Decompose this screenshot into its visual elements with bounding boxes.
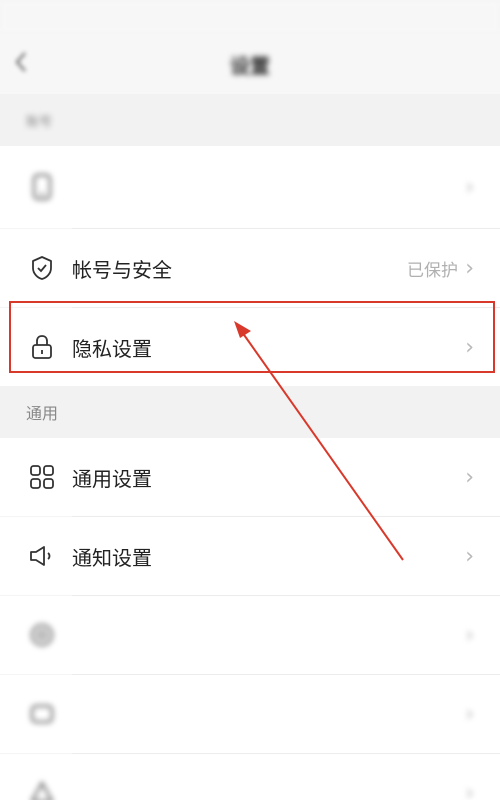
back-button[interactable]	[14, 50, 38, 78]
account-security-status: 已保护	[407, 260, 458, 281]
section-account-label: 账号	[0, 94, 500, 146]
chevron-right-icon: ›	[465, 622, 474, 648]
chevron-right-icon: ›	[465, 174, 474, 200]
account-security-row[interactable]: 帐号与安全 已保护 ›	[0, 229, 500, 307]
phone-icon	[28, 173, 56, 201]
settings-row-8[interactable]: ›	[0, 754, 500, 800]
chevron-right-icon: ›	[465, 255, 474, 281]
chevron-right-icon: ›	[465, 701, 474, 727]
speaker-icon	[28, 542, 56, 570]
shield-check-icon	[28, 254, 56, 282]
chevron-right-icon: ›	[465, 780, 474, 800]
privacy-settings-label: 隐私设置	[72, 336, 152, 361]
chevron-left-icon	[15, 52, 26, 72]
status-bar	[0, 0, 500, 34]
general-settings-label: 通用设置	[72, 466, 152, 491]
settings-row-6[interactable]: ›	[0, 596, 500, 674]
account-security-label: 帐号与安全	[72, 257, 172, 282]
settings-row-6-icon	[28, 621, 56, 649]
nav-header: 设置	[0, 34, 500, 94]
privacy-settings-row[interactable]: 隐私设置 ›	[0, 308, 500, 386]
notification-settings-label: 通知设置	[72, 545, 152, 570]
grid-icon	[28, 463, 56, 491]
phone-row[interactable]: ›	[0, 146, 500, 228]
chevron-right-icon: ›	[465, 464, 474, 490]
settings-row-8-icon	[28, 779, 56, 800]
page-title: 设置	[230, 53, 270, 78]
chevron-right-icon: ›	[465, 334, 474, 360]
notification-settings-row[interactable]: 通知设置 ›	[0, 517, 500, 595]
settings-row-7[interactable]: ›	[0, 675, 500, 753]
section-general-label: 通用	[0, 386, 500, 438]
chevron-right-icon: ›	[465, 543, 474, 569]
lock-icon	[28, 333, 56, 361]
general-settings-row[interactable]: 通用设置 ›	[0, 438, 500, 516]
settings-row-7-icon	[28, 700, 56, 728]
